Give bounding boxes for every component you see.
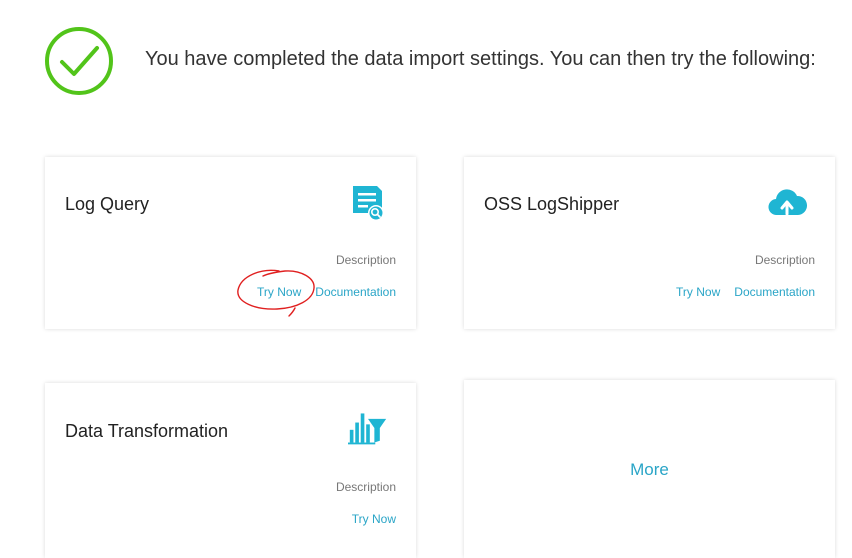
success-check-icon: [45, 27, 113, 95]
try-now-link[interactable]: Try Now: [257, 285, 301, 299]
card-title: Log Query: [65, 194, 150, 214]
completion-header: You have completed the data import setti…: [44, 24, 844, 96]
try-now-link[interactable]: Try Now: [676, 285, 720, 299]
card-title: Data Transformation: [65, 421, 229, 441]
card-description: Description: [335, 480, 396, 494]
documentation-link[interactable]: Documentation: [734, 285, 815, 299]
documentation-link[interactable]: Documentation: [315, 285, 396, 299]
more-link[interactable]: More: [464, 460, 835, 480]
card-description: Description: [754, 253, 815, 267]
card-more[interactable]: More: [464, 380, 835, 558]
card-oss-logshipper: OSS LogShipper Description Try Now Docume…: [464, 157, 835, 329]
card-data-transformation: Data Transformation Description Try Now: [45, 383, 416, 558]
card-links: Try Now Documentation: [257, 285, 396, 299]
card-description: Description: [335, 253, 396, 267]
try-now-link[interactable]: Try Now: [352, 512, 396, 526]
chart-filter-icon: [348, 413, 387, 445]
log-search-icon: [353, 186, 384, 221]
cloud-upload-icon: [768, 189, 807, 216]
card-log-query: Log Query Description Try Now Documentati…: [45, 157, 416, 329]
completion-message: You have completed the data import setti…: [145, 48, 816, 70]
card-title: OSS LogShipper: [484, 194, 620, 214]
card-links: Try Now: [352, 512, 396, 526]
card-links: Try Now Documentation: [676, 285, 815, 299]
